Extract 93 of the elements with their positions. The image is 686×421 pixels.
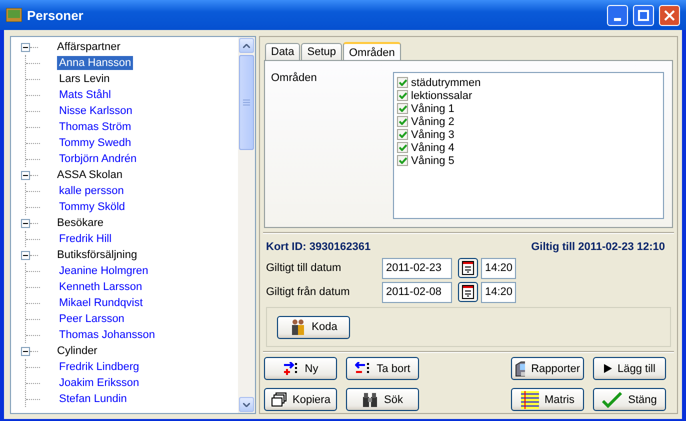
tree-item[interactable]: Tommy Swedh [57,136,134,150]
tab[interactable]: Områden [343,42,401,61]
checklist-item[interactable]: Våning 2 [411,116,454,128]
minus-icon [23,46,28,48]
scroll-up-button[interactable] [239,38,254,53]
scroll-thumb[interactable] [239,55,254,150]
collapse-icon[interactable] [21,42,30,52]
tree-item[interactable]: Jeanine Holmgren [57,264,150,278]
valid-until: Giltig till 2011-02-23 12:10 [531,241,665,253]
checklist-item[interactable]: Våning 4 [411,142,454,154]
tree-item[interactable]: kalle persson [57,184,126,198]
date-field[interactable]: 2011-02-23 [382,258,452,278]
card-id: Kort ID: 3930162361 [266,241,371,253]
tree-group[interactable]: Cylinder [57,345,98,357]
minus-icon [23,254,28,256]
checklist-item[interactable]: städutrymmen [411,76,481,88]
field-label: Giltigt från datum [266,286,351,298]
tree-group[interactable]: Affärspartner [57,41,120,53]
reports-button[interactable]: Rapporter [511,357,584,380]
checkbox[interactable] [397,90,408,101]
checkbox[interactable] [397,129,408,140]
matrix-button[interactable]: Matris [511,388,584,411]
maximize-icon [638,10,649,20]
field-label: Områden [271,72,318,86]
close-button[interactable] [659,4,680,26]
tree-group[interactable]: Butiksförsäljning [57,249,138,261]
date-field[interactable]: 2011-02-08 [382,282,452,302]
people-icon [290,319,306,335]
calendar-icon [462,261,474,275]
search-button[interactable]: Sök [346,388,419,411]
checklist-item[interactable]: Våning 3 [411,128,454,140]
add-button[interactable]: Lägg till [593,357,666,380]
code-button[interactable]: Koda [277,316,350,338]
lined-paper-icon [520,390,539,408]
binoculars-icon [362,392,378,408]
plus-arrow-icon [282,362,299,376]
minimize-icon [614,18,621,20]
remove-button[interactable]: Ta bort [346,357,419,380]
tree-item[interactable]: Fredrik Hill [57,232,114,246]
new-button[interactable]: Ny [264,357,337,380]
checkbox[interactable] [397,155,408,166]
tree-item[interactable]: Thomas Ström [57,120,134,134]
calendar-button[interactable] [458,258,478,278]
scroll-down-button[interactable] [239,397,254,412]
minus-icon [23,350,28,352]
time-field[interactable]: 14:20 [481,282,516,302]
tab[interactable]: Data [265,43,300,60]
tree-item[interactable]: Stefan Lundin [57,392,129,406]
collapse-icon[interactable] [21,250,30,260]
collapse-icon[interactable] [21,218,30,228]
tree-item[interactable]: Tommy Sköld [57,200,128,214]
tree-group[interactable]: Besökare [57,217,104,229]
tab[interactable]: Setup [301,43,342,60]
grip-icon [243,99,250,106]
checkbox[interactable] [397,142,408,153]
calendar-icon [462,285,474,299]
tree-item[interactable]: Kenneth Larsson [57,280,144,294]
tree-item[interactable]: Lars Levin [57,72,112,86]
play-icon [604,364,612,373]
checkbox[interactable] [397,103,408,114]
checkbox[interactable] [397,77,408,88]
field-label: Giltigt till datum [266,262,342,274]
tree-item[interactable]: Torbjörn Andrén [57,152,139,166]
tree-item[interactable]: Joakim Eriksson [57,376,142,390]
minus-icon [23,222,28,224]
close-icon [664,10,675,20]
checklist-item[interactable]: Våning 1 [411,102,454,114]
tree-group[interactable]: ASSA Skolan [57,169,122,181]
minimize-button[interactable] [607,4,628,26]
maximize-button[interactable] [633,4,654,26]
collapse-icon[interactable] [21,346,30,356]
time-field[interactable]: 14:20 [481,258,516,278]
checklist-item[interactable]: lektionssalar [411,90,472,102]
tree-item[interactable]: Nisse Karlsson [57,104,134,118]
minus-icon [23,174,28,176]
calendar-button[interactable] [458,282,478,302]
close-button[interactable]: Stäng [593,388,666,411]
tree-item[interactable]: Peer Larsson [57,312,126,326]
checkbox[interactable] [397,116,408,127]
tree-item[interactable]: Anna Hansson [57,56,134,70]
checkmark-icon [602,392,622,408]
copy-icon [270,392,287,407]
app-icon [6,8,22,22]
checklist-item[interactable]: Våning 5 [411,154,454,166]
scrollbar[interactable] [238,37,255,413]
window-title: Personer [27,8,84,22]
minus-arrow-icon [354,362,371,376]
tree-item[interactable]: Thomas Johansson [57,328,157,342]
tree-item[interactable]: Mats Ståhl [57,88,113,102]
collapse-icon[interactable] [21,170,30,180]
copy-button[interactable]: Kopiera [264,388,337,411]
tree-item[interactable]: Fredrik Lindberg [57,360,142,374]
tree-item[interactable]: Mikael Rundqvist [57,296,145,310]
